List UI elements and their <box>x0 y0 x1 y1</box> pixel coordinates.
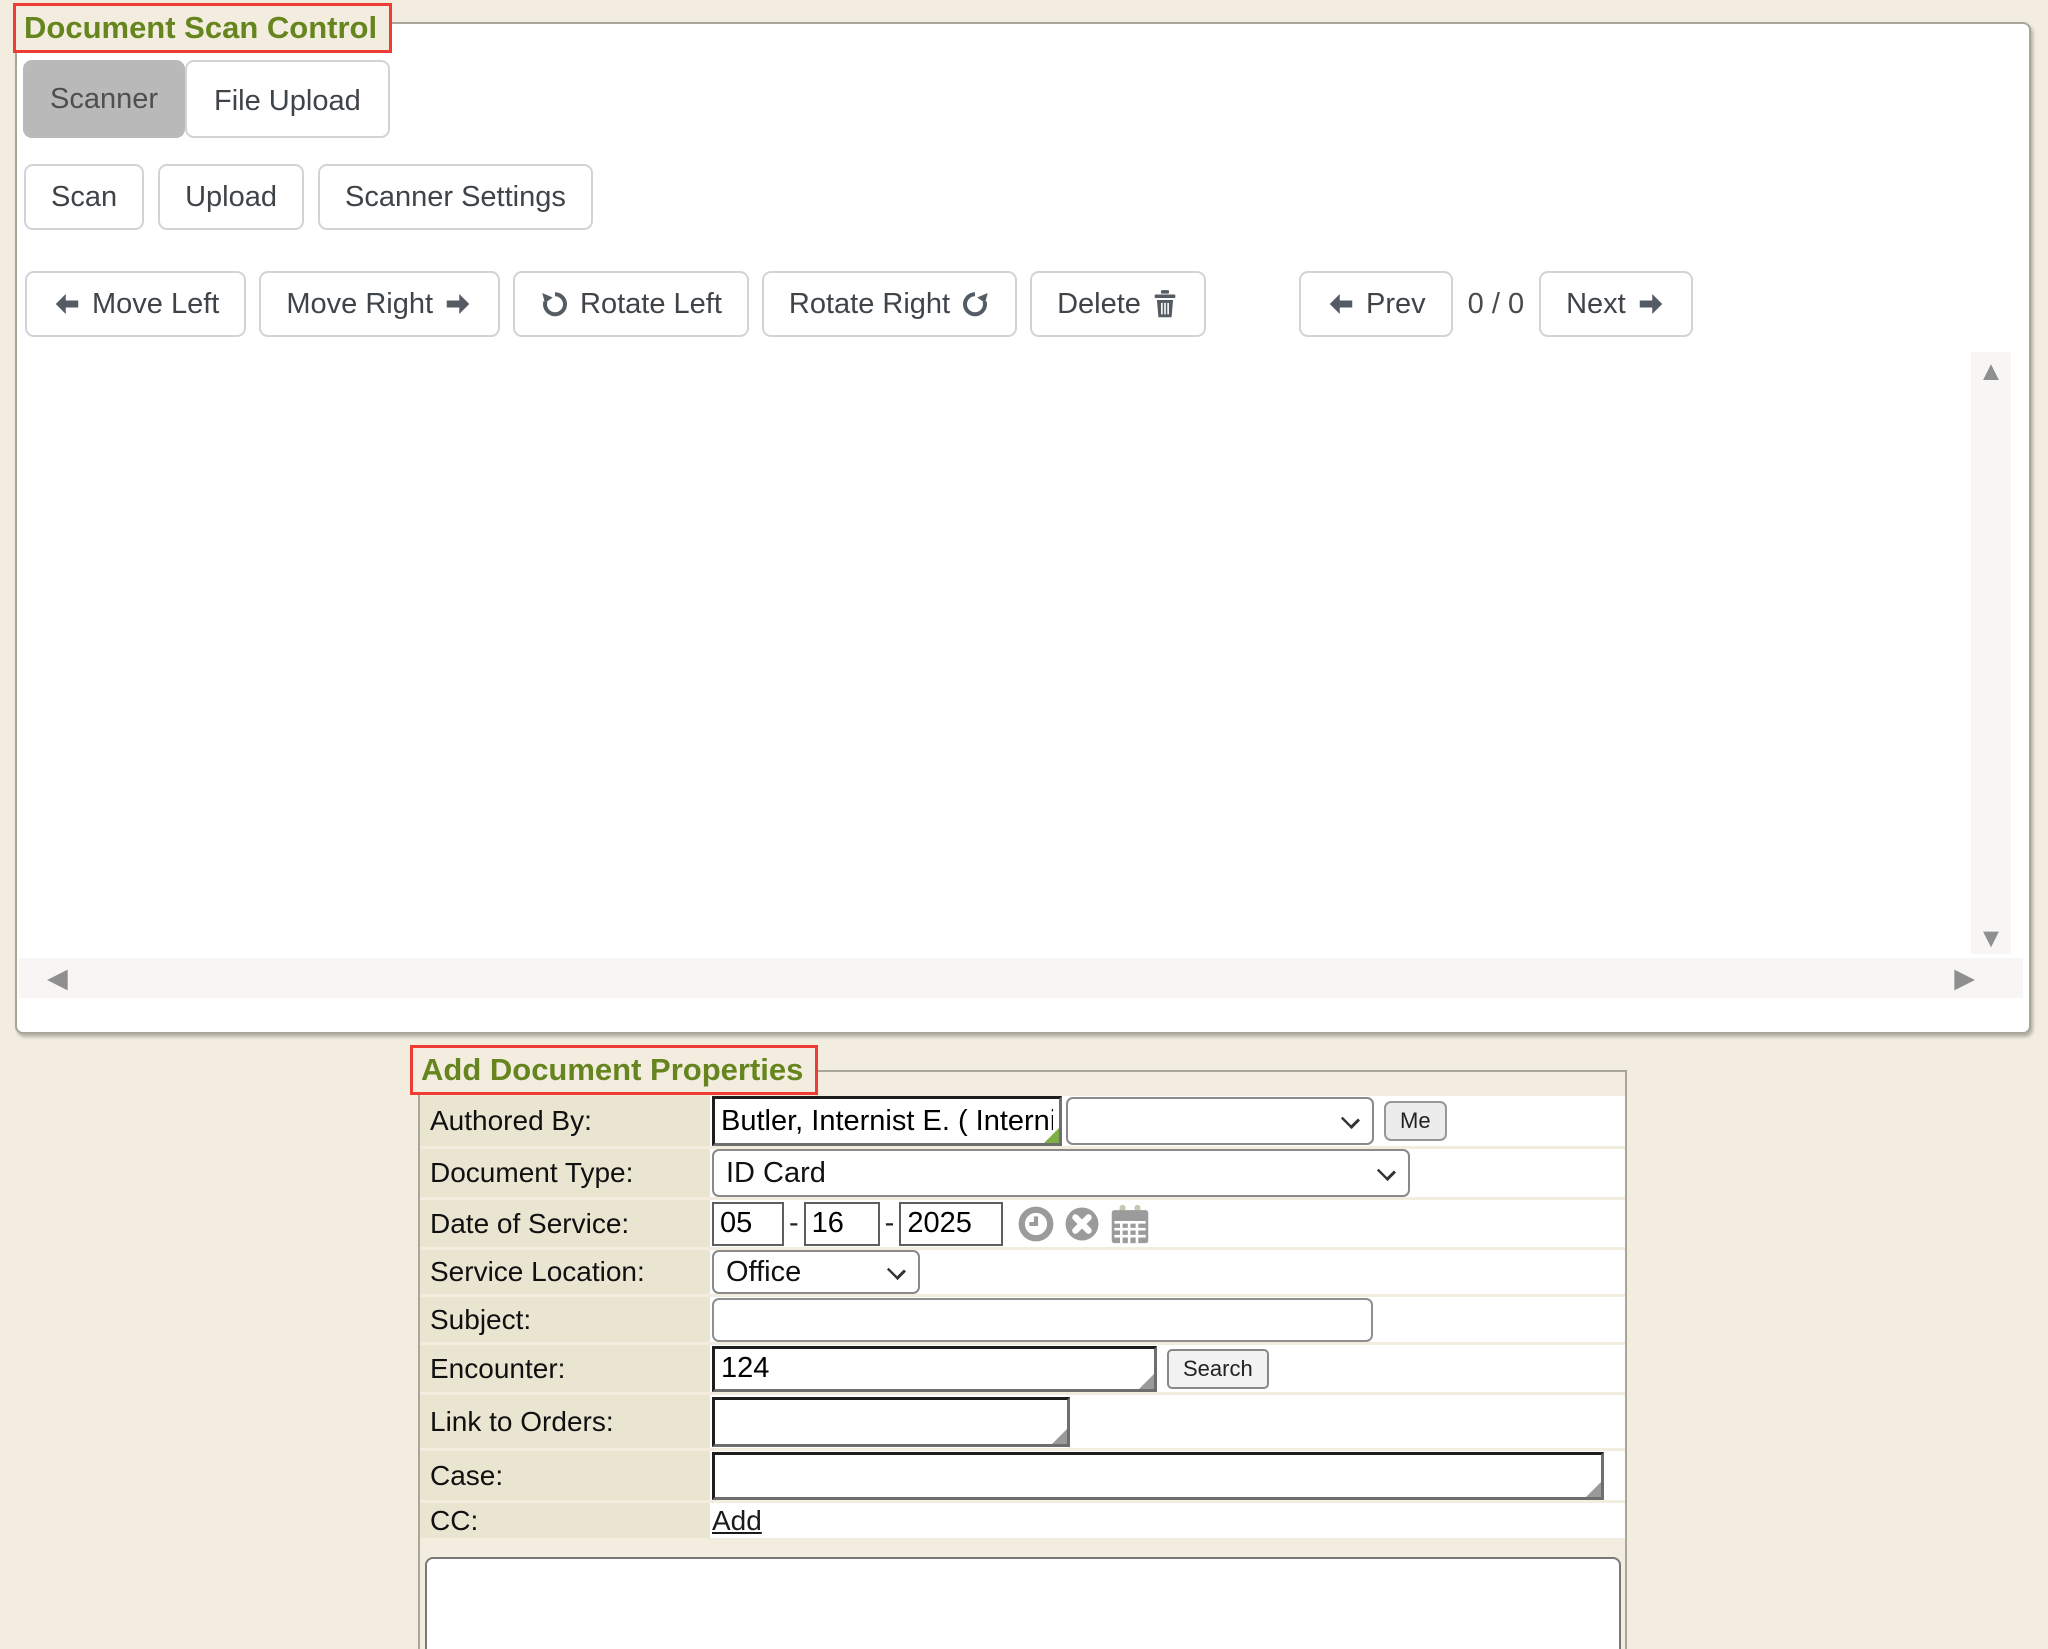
chevron-down-icon <box>1341 1110 1360 1129</box>
date-separator: - <box>885 1207 895 1240</box>
case-row: Case: <box>420 1451 1625 1503</box>
page: Document Scan Control Scanner File Uploa… <box>0 0 2048 1649</box>
service-location-row: Service Location: Office <box>420 1250 1625 1297</box>
link-to-orders-input[interactable] <box>712 1397 1070 1447</box>
scanner-settings-button[interactable]: Scanner Settings <box>318 164 593 230</box>
rotate-left-icon <box>540 289 570 319</box>
service-location-value: Office <box>726 1256 801 1289</box>
next-button[interactable]: Next <box>1539 271 1693 337</box>
authored-by-row: Authored By: Me <box>420 1096 1625 1149</box>
scan-button[interactable]: Scan <box>24 164 144 230</box>
delete-label: Delete <box>1057 288 1141 321</box>
arrow-left-icon <box>52 289 82 319</box>
page-counter: 0 / 0 <box>1468 288 1524 321</box>
rotate-left-button[interactable]: Rotate Left <box>513 271 749 337</box>
delete-button[interactable]: Delete <box>1030 271 1206 337</box>
add-document-properties-panel: Add Document Properties Authored By: Me <box>418 1070 1627 1649</box>
arrow-right-icon <box>443 289 473 319</box>
subject-row: Subject: <box>420 1297 1625 1345</box>
subject-input[interactable] <box>712 1298 1373 1342</box>
search-button[interactable]: Search <box>1167 1349 1269 1389</box>
date-month-input[interactable] <box>712 1202 784 1246</box>
notes-textarea[interactable] <box>425 1557 1621 1649</box>
next-label: Next <box>1566 288 1626 321</box>
date-of-service-label: Date of Service: <box>420 1200 710 1247</box>
move-right-button[interactable]: Move Right <box>259 271 500 337</box>
service-location-label: Service Location: <box>420 1250 710 1294</box>
chevron-down-icon <box>887 1261 906 1280</box>
case-input[interactable] <box>712 1452 1604 1500</box>
scroll-left-icon[interactable]: ◀ <box>47 965 68 992</box>
scroll-down-icon[interactable]: ▼ <box>1978 925 2005 952</box>
date-separator: - <box>789 1207 799 1240</box>
scroll-right-icon[interactable]: ▶ <box>1954 965 1975 992</box>
arrow-right-icon <box>1636 289 1666 319</box>
case-label: Case: <box>420 1451 710 1500</box>
document-scan-control-legend: Document Scan Control <box>13 3 392 53</box>
chevron-down-icon <box>1377 1162 1396 1181</box>
scan-action-buttons: Scan Upload Scanner Settings <box>24 164 593 230</box>
scroll-up-icon[interactable]: ▲ <box>1978 358 2005 385</box>
authored-by-input[interactable] <box>712 1096 1062 1146</box>
link-to-orders-label: Link to Orders: <box>420 1395 710 1448</box>
cc-label: CC: <box>420 1503 710 1538</box>
calendar-icon[interactable] <box>1109 1204 1151 1244</box>
document-properties-table: Authored By: Me Document Type: <box>420 1096 1625 1541</box>
cc-add-link[interactable]: Add <box>712 1505 762 1537</box>
rotate-right-icon <box>960 289 990 319</box>
vertical-scrollbar[interactable]: ▲ ▼ <box>1971 352 2011 954</box>
date-of-service-row: Date of Service: - - <box>420 1200 1625 1250</box>
me-button[interactable]: Me <box>1384 1101 1447 1141</box>
image-toolbar: Move Left Move Right Rotate Left Rotate … <box>25 271 1206 337</box>
autocomplete-corner-icon <box>1044 1128 1059 1143</box>
arrow-left-icon <box>1326 289 1356 319</box>
move-right-label: Move Right <box>286 288 433 321</box>
document-type-value: ID Card <box>726 1157 826 1190</box>
encounter-label: Encounter: <box>420 1345 710 1392</box>
prev-button[interactable]: Prev <box>1299 271 1453 337</box>
date-year-input[interactable] <box>899 1202 1003 1246</box>
encounter-row: Encounter: Search <box>420 1345 1625 1395</box>
authored-by-label: Authored By: <box>420 1096 710 1146</box>
service-location-select[interactable]: Office <box>712 1250 920 1294</box>
add-document-properties-legend: Add Document Properties <box>410 1045 818 1095</box>
page-navigation: Prev 0 / 0 Next <box>1299 271 1693 337</box>
document-type-label: Document Type: <box>420 1149 710 1197</box>
cc-row: CC: Add <box>420 1503 1625 1541</box>
document-type-row: Document Type: ID Card <box>420 1149 1625 1200</box>
upload-button[interactable]: Upload <box>158 164 304 230</box>
document-scan-control-panel: Document Scan Control Scanner File Uploa… <box>15 22 2031 1034</box>
tab-file-upload[interactable]: File Upload <box>185 60 390 138</box>
rotate-right-button[interactable]: Rotate Right <box>762 271 1017 337</box>
clock-icon[interactable] <box>1017 1205 1055 1243</box>
document-type-select[interactable]: ID Card <box>712 1149 1410 1197</box>
prev-label: Prev <box>1366 288 1426 321</box>
scan-preview-area <box>25 354 1965 954</box>
move-left-button[interactable]: Move Left <box>25 271 246 337</box>
scan-source-tabs: Scanner File Upload <box>23 60 390 138</box>
encounter-input[interactable] <box>712 1346 1157 1392</box>
link-to-orders-row: Link to Orders: <box>420 1395 1625 1451</box>
rotate-right-label: Rotate Right <box>789 288 950 321</box>
resize-corner-icon <box>1586 1482 1601 1497</box>
clear-icon[interactable] <box>1064 1206 1100 1242</box>
subject-label: Subject: <box>420 1297 710 1342</box>
rotate-left-label: Rotate Left <box>580 288 722 321</box>
resize-corner-icon <box>1052 1429 1067 1444</box>
horizontal-scrollbar[interactable]: ◀ ▶ <box>19 958 2023 998</box>
move-left-label: Move Left <box>92 288 219 321</box>
resize-corner-icon <box>1139 1374 1154 1389</box>
tab-scanner[interactable]: Scanner <box>23 60 185 138</box>
authored-by-select[interactable] <box>1066 1097 1374 1145</box>
date-day-input[interactable] <box>804 1202 880 1246</box>
trash-icon <box>1151 289 1179 319</box>
